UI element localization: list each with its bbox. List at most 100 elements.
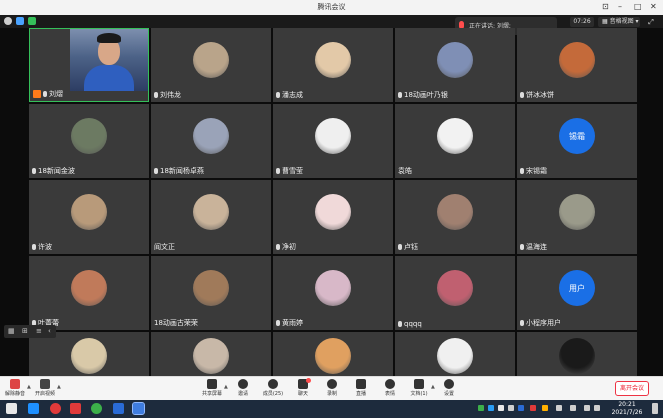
participant-tile[interactable]: 用户 小程序用户 bbox=[517, 256, 637, 330]
keyboard-icon[interactable] bbox=[594, 405, 600, 411]
app-icon-3[interactable] bbox=[70, 403, 81, 414]
members-button[interactable]: 成员(25) bbox=[260, 378, 286, 400]
participant-avatar bbox=[559, 194, 595, 230]
shield-icon[interactable] bbox=[16, 17, 24, 25]
chevron-left-icon[interactable]: ‹ bbox=[48, 327, 51, 335]
tray-icon-5[interactable] bbox=[518, 405, 524, 411]
live-button[interactable]: 直播 bbox=[348, 378, 374, 400]
participant-tile[interactable]: 净初 bbox=[273, 180, 393, 254]
tray-icon-7[interactable] bbox=[542, 405, 548, 411]
mic-icon bbox=[398, 321, 402, 327]
mute-button[interactable]: 解除静音 bbox=[2, 378, 28, 400]
app-icon-1[interactable] bbox=[28, 403, 39, 414]
record-button[interactable]: 录制 bbox=[319, 378, 345, 400]
mic-icon bbox=[43, 91, 47, 97]
participant-avatar bbox=[437, 42, 473, 78]
mic-icon bbox=[32, 244, 36, 250]
meeting-window: 腾讯会议 ⊡ – □ ✕ 正在讲话: 刘熠; 07:26 ▦ 音格视图 ▾ ⤢ … bbox=[0, 0, 663, 418]
app-icon-4[interactable] bbox=[113, 403, 124, 414]
leave-meeting-button[interactable]: 离开会议 bbox=[615, 381, 649, 396]
add-user-icon bbox=[238, 379, 248, 389]
participant-tile[interactable]: 曹雪莹 bbox=[273, 104, 393, 178]
mute-options-icon[interactable]: ▲ bbox=[27, 384, 31, 390]
participant-avatar bbox=[437, 270, 473, 306]
taskbar-time: 20:21 bbox=[618, 401, 636, 408]
notification-icon[interactable] bbox=[652, 403, 658, 414]
participant-name-text: 净初 bbox=[282, 243, 296, 251]
participant-avatar bbox=[437, 118, 473, 154]
participant-name-text: 卢钰 bbox=[404, 243, 418, 251]
share-screen-button[interactable]: 共享屏幕 bbox=[199, 378, 225, 400]
close-icon[interactable]: ✕ bbox=[650, 2, 657, 12]
participant-tile[interactable]: 刘熠 bbox=[29, 28, 149, 102]
volume-icon[interactable] bbox=[570, 405, 576, 411]
participant-tile[interactable]: 袁皓 bbox=[395, 104, 515, 178]
participant-tile[interactable]: 叶菁蕾 bbox=[29, 256, 149, 330]
participant-tile[interactable]: 潘志成 bbox=[273, 28, 393, 102]
gallery-icon[interactable]: ⊞ bbox=[22, 327, 28, 335]
participant-tile[interactable]: 卢钰 bbox=[395, 180, 515, 254]
meeting-app-icon[interactable] bbox=[132, 402, 145, 415]
taskbar-clock[interactable]: 20:21 2021/7/26 bbox=[606, 401, 648, 417]
signal-icon[interactable] bbox=[28, 17, 36, 25]
participant-name-text: 18动画古荣荣 bbox=[154, 319, 198, 327]
participant-name-text: 袁皓 bbox=[398, 167, 412, 175]
video-button[interactable]: 开启视频 bbox=[32, 378, 58, 400]
windows-start-icon[interactable] bbox=[6, 403, 17, 414]
tray-icon-4[interactable] bbox=[508, 405, 514, 411]
tray-icon-1[interactable] bbox=[478, 405, 484, 411]
settings-button[interactable]: 设置 bbox=[436, 378, 462, 400]
chat-button[interactable]: 聊天 bbox=[290, 378, 316, 400]
participant-tile[interactable]: 18新闻金波 bbox=[29, 104, 149, 178]
view-mode-button[interactable]: ▦ 音格视图 ▾ bbox=[598, 17, 640, 27]
maximize-icon[interactable]: □ bbox=[634, 2, 642, 12]
participant-name: 净初 bbox=[276, 242, 296, 252]
docs-button[interactable]: 文档(1) bbox=[406, 378, 432, 400]
participant-name: 黄雨婷 bbox=[276, 318, 303, 328]
layout-icon[interactable]: ▦ bbox=[8, 327, 15, 335]
participant-name: 饼冰冰饼 bbox=[520, 90, 554, 100]
fullscreen-icon[interactable]: ⤢ bbox=[645, 17, 657, 27]
share-screen-icon bbox=[207, 379, 217, 389]
video-options-icon[interactable]: ▲ bbox=[57, 384, 61, 390]
share-options-icon[interactable]: ▲ bbox=[224, 384, 228, 390]
list-icon[interactable]: ≡ bbox=[36, 327, 42, 335]
participant-tile[interactable]: 饼冰冰饼 bbox=[517, 28, 637, 102]
mic-icon bbox=[276, 168, 280, 174]
participant-tile[interactable]: 温海连 bbox=[517, 180, 637, 254]
pin-icon[interactable]: ⊡ bbox=[602, 2, 609, 12]
participant-name: 宋锡霜 bbox=[520, 166, 547, 176]
participant-avatar bbox=[437, 338, 473, 374]
meeting-info-bar bbox=[0, 15, 663, 28]
app-icon-2[interactable] bbox=[50, 403, 61, 414]
tray-icon-6[interactable] bbox=[530, 405, 536, 411]
invite-button[interactable]: 邀请 bbox=[230, 378, 256, 400]
participant-tile[interactable]: 锡霜 宋锡霜 bbox=[517, 104, 637, 178]
participant-tile[interactable]: 刘伟龙 bbox=[151, 28, 271, 102]
tray-icon-3[interactable] bbox=[498, 405, 504, 411]
participant-tile[interactable]: 18动画古荣荣 bbox=[151, 256, 271, 330]
unread-badge bbox=[306, 378, 311, 383]
participant-tile[interactable]: 18动画叶乃银 bbox=[395, 28, 515, 102]
participant-tile[interactable]: 阎文正 bbox=[151, 180, 271, 254]
participant-name-text: 曹雪莹 bbox=[282, 167, 303, 175]
wechat-icon[interactable] bbox=[91, 403, 102, 414]
info-icon[interactable] bbox=[4, 17, 12, 25]
network-icon[interactable] bbox=[556, 405, 562, 411]
reaction-button[interactable]: 表情 bbox=[377, 378, 403, 400]
participant-avatar bbox=[71, 194, 107, 230]
tray-icon-2[interactable] bbox=[488, 405, 494, 411]
participant-tile[interactable]: 18新闻杨卓燕 bbox=[151, 104, 271, 178]
mic-icon bbox=[154, 92, 158, 98]
docs-options-icon[interactable]: ▲ bbox=[431, 384, 435, 390]
minimize-icon[interactable]: – bbox=[618, 2, 622, 12]
participant-tile[interactable]: 黄雨婷 bbox=[273, 256, 393, 330]
participant-avatar bbox=[193, 338, 229, 374]
ime-icon[interactable] bbox=[584, 405, 590, 411]
participant-tile[interactable]: qqqq bbox=[395, 256, 515, 330]
participant-avatar bbox=[193, 270, 229, 306]
mic-icon bbox=[398, 244, 402, 250]
participant-tile[interactable]: 许波 bbox=[29, 180, 149, 254]
participant-name: 18动画叶乃银 bbox=[398, 90, 448, 100]
invite-label: 邀请 bbox=[237, 391, 248, 397]
